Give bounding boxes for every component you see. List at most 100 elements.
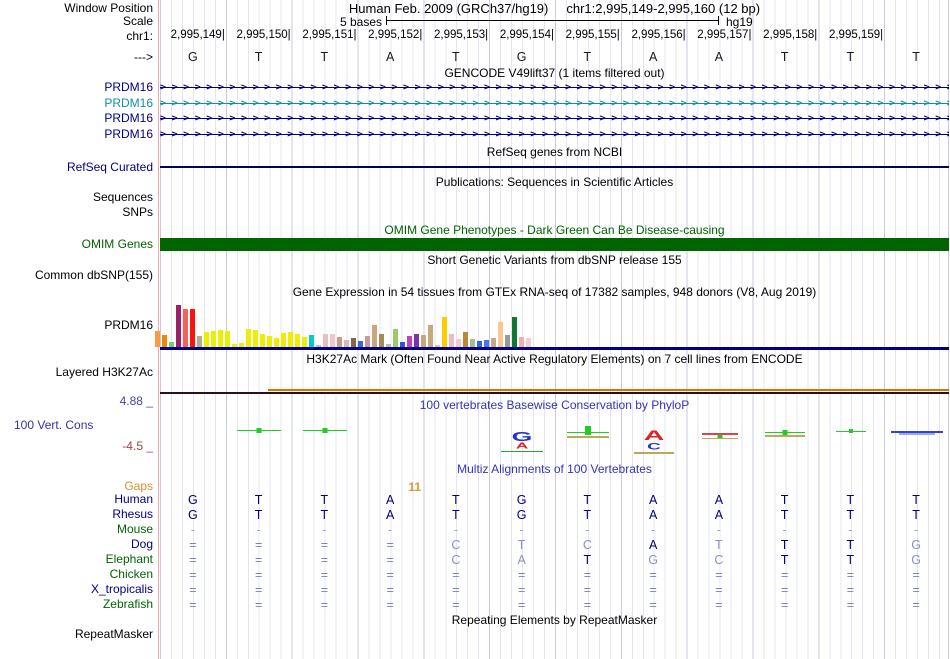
gtex-tissue-bar[interactable] bbox=[365, 336, 370, 347]
gtex-tissue-bar[interactable] bbox=[456, 339, 461, 347]
gtex-tissue-bar[interactable] bbox=[225, 331, 230, 347]
gtex-tissue-bar[interactable] bbox=[162, 335, 167, 347]
snps-label[interactable]: SNPs bbox=[0, 206, 153, 219]
gtex-tissue-bar[interactable] bbox=[491, 338, 496, 347]
conservation-track-label[interactable]: 100 Vert. Cons bbox=[14, 418, 93, 432]
conservation-glyph[interactable]: GA bbox=[489, 424, 555, 458]
gtex-tissue-bar[interactable] bbox=[421, 335, 426, 347]
gtex-tissue-bar[interactable] bbox=[295, 334, 300, 347]
gtex-tissue-bar[interactable] bbox=[449, 334, 454, 347]
multiz-alignment-row[interactable]: = = = = C T C A T T T G bbox=[160, 538, 949, 553]
sequences-label[interactable]: Sequences bbox=[0, 191, 153, 204]
refseq-gene-line[interactable] bbox=[160, 166, 949, 168]
alignment-base: T bbox=[452, 508, 460, 522]
gtex-tissue-bar[interactable] bbox=[323, 334, 328, 347]
gtex-tissue-bar[interactable] bbox=[176, 305, 181, 347]
gtex-tissue-bar[interactable] bbox=[512, 317, 517, 347]
conservation-glyph[interactable] bbox=[292, 424, 358, 458]
omim-gene-bar[interactable] bbox=[160, 238, 949, 251]
alignment-base: T bbox=[912, 508, 920, 522]
gtex-tissue-bar[interactable] bbox=[498, 322, 503, 347]
gtex-gene-label[interactable]: PRDM16 bbox=[0, 319, 153, 332]
gtex-tissue-bar[interactable] bbox=[274, 338, 279, 347]
gencode-gene-row[interactable]: >>>>>>>>>>>>>>>>>>>>>>>>>>>>>>>>>>>>>>>>… bbox=[160, 82, 949, 94]
gtex-tissue-bar[interactable] bbox=[463, 332, 468, 347]
gtex-tissue-bar[interactable] bbox=[267, 336, 272, 347]
gencode-gene-row[interactable]: >>>>>>>>>>>>>>>>>>>>>>>>>>>>>>>>>>>>>>>>… bbox=[160, 113, 949, 125]
alignment-base: A bbox=[385, 508, 395, 522]
gtex-tissue-bar[interactable] bbox=[407, 336, 412, 347]
common-dbsnp-label[interactable]: Common dbSNP(155) bbox=[0, 269, 153, 282]
conservation-glyph[interactable] bbox=[555, 424, 621, 458]
gtex-tissue-bar[interactable] bbox=[211, 331, 216, 347]
multiz-species-label-mouse[interactable]: Mouse bbox=[0, 523, 153, 536]
gtex-tissue-bar[interactable] bbox=[428, 325, 433, 347]
alignment-base: = bbox=[320, 598, 329, 612]
gtex-tissue-bar[interactable] bbox=[470, 339, 475, 347]
alignment-base: A bbox=[648, 508, 658, 522]
layered-h3k27ac-label[interactable]: Layered H3K27Ac bbox=[0, 366, 153, 379]
gtex-tissue-bar[interactable] bbox=[288, 332, 293, 347]
alignment-base: = bbox=[780, 568, 789, 582]
multiz-alignment-row[interactable]: GTTATGTAATTT bbox=[160, 493, 949, 508]
conservation-glyph[interactable] bbox=[884, 424, 950, 458]
omim-genes-label[interactable]: OMIM Genes bbox=[0, 238, 153, 251]
multiz-species-label-dog[interactable]: Dog bbox=[0, 538, 153, 551]
gtex-tissue-bar[interactable] bbox=[414, 334, 419, 347]
gtex-tissue-bar[interactable] bbox=[246, 329, 251, 347]
multiz-alignment-row[interactable]: = = = = C A T G C T T G bbox=[160, 553, 949, 568]
multiz-alignment-row[interactable]: GTTATGTAATTT bbox=[160, 508, 949, 523]
gtex-tissue-bar[interactable] bbox=[190, 309, 195, 347]
gtex-tissue-bar[interactable] bbox=[302, 337, 307, 347]
gtex-tissue-bar[interactable] bbox=[505, 335, 510, 347]
h3k27ac-signal-orange[interactable] bbox=[268, 389, 949, 391]
gtex-tissue-bar[interactable] bbox=[379, 334, 384, 347]
multiz-alignment-row[interactable]: = = = = = = = = = = = = bbox=[160, 583, 949, 598]
multiz-species-label-human[interactable]: Human bbox=[0, 493, 153, 506]
multiz-species-label-chicken[interactable]: Chicken bbox=[0, 568, 153, 581]
gtex-tissue-bar[interactable] bbox=[344, 340, 349, 347]
gencode-gene-label[interactable]: PRDM16 bbox=[0, 128, 153, 141]
gencode-gene-row[interactable]: >>>>>>>>>>>>>>>>>>>>>>>>>>>>>>>>>>>>>>>>… bbox=[160, 98, 949, 110]
gtex-tissue-bar[interactable] bbox=[155, 331, 160, 347]
gtex-expression-chart[interactable] bbox=[155, 301, 540, 347]
multiz-species-label-x_tropicalis[interactable]: X_tropicalis bbox=[0, 583, 153, 596]
gtex-tissue-bar[interactable] bbox=[281, 333, 286, 347]
conservation-glyph[interactable] bbox=[752, 424, 818, 458]
gtex-tissue-bar[interactable] bbox=[183, 309, 188, 347]
gtex-tissue-bar[interactable] bbox=[218, 330, 223, 347]
multiz-species-label-rhesus[interactable]: Rhesus bbox=[0, 508, 153, 521]
conservation-glyph[interactable] bbox=[687, 424, 753, 458]
gtex-tissue-bar[interactable] bbox=[253, 330, 258, 347]
multiz-species-label-zebrafish[interactable]: Zebrafish bbox=[0, 598, 153, 611]
gtex-tissue-bar[interactable] bbox=[337, 337, 342, 347]
repeatmasker-label[interactable]: RepeatMasker bbox=[0, 628, 153, 641]
gencode-gene-label[interactable]: PRDM16 bbox=[0, 96, 153, 110]
gtex-tissue-bar[interactable] bbox=[372, 325, 377, 347]
multiz-alignment-row[interactable]: = = = = = = = = = = = = bbox=[160, 568, 949, 583]
gencode-gene-row[interactable]: >>>>>>>>>>>>>>>>>>>>>>>>>>>>>>>>>>>>>>>>… bbox=[160, 129, 949, 141]
gtex-tissue-bar[interactable] bbox=[309, 335, 314, 347]
multiz-alignment-row[interactable]: ------------ bbox=[160, 523, 949, 538]
gtex-tissue-bar[interactable] bbox=[442, 317, 447, 347]
gtex-tissue-bar[interactable] bbox=[351, 338, 356, 347]
gtex-tissue-bar[interactable] bbox=[393, 329, 398, 347]
gencode-gene-label[interactable]: PRDM16 bbox=[0, 112, 153, 125]
gtex-tissue-bar[interactable] bbox=[519, 337, 524, 347]
gtex-tissue-bar[interactable] bbox=[197, 336, 202, 347]
multiz-alignment-row[interactable]: = = = = = = = = = = = = bbox=[160, 598, 949, 613]
base-position-ruler[interactable]: 2,995,149| 2,995,150| 2,995,151| 2,995,152|… bbox=[160, 29, 949, 41]
multiz-species-label-elephant[interactable]: Elephant bbox=[0, 553, 153, 566]
conservation-glyph[interactable] bbox=[226, 424, 292, 458]
conservation-glyph[interactable]: AC bbox=[621, 424, 687, 458]
gtex-tissue-bar[interactable] bbox=[330, 334, 335, 347]
h3k27ac-signal-dark[interactable] bbox=[160, 392, 949, 394]
gtex-tissue-bar[interactable] bbox=[526, 338, 531, 347]
refseq-curated-label[interactable]: RefSeq Curated bbox=[0, 161, 153, 174]
gencode-gene-label[interactable]: PRDM16 bbox=[0, 81, 153, 94]
gtex-tissue-bar[interactable] bbox=[204, 332, 209, 347]
conservation-glyph[interactable] bbox=[818, 424, 884, 458]
gtex-tissue-bar[interactable] bbox=[484, 340, 489, 347]
conservation-line bbox=[899, 433, 936, 435]
gtex-tissue-bar[interactable] bbox=[260, 334, 265, 347]
